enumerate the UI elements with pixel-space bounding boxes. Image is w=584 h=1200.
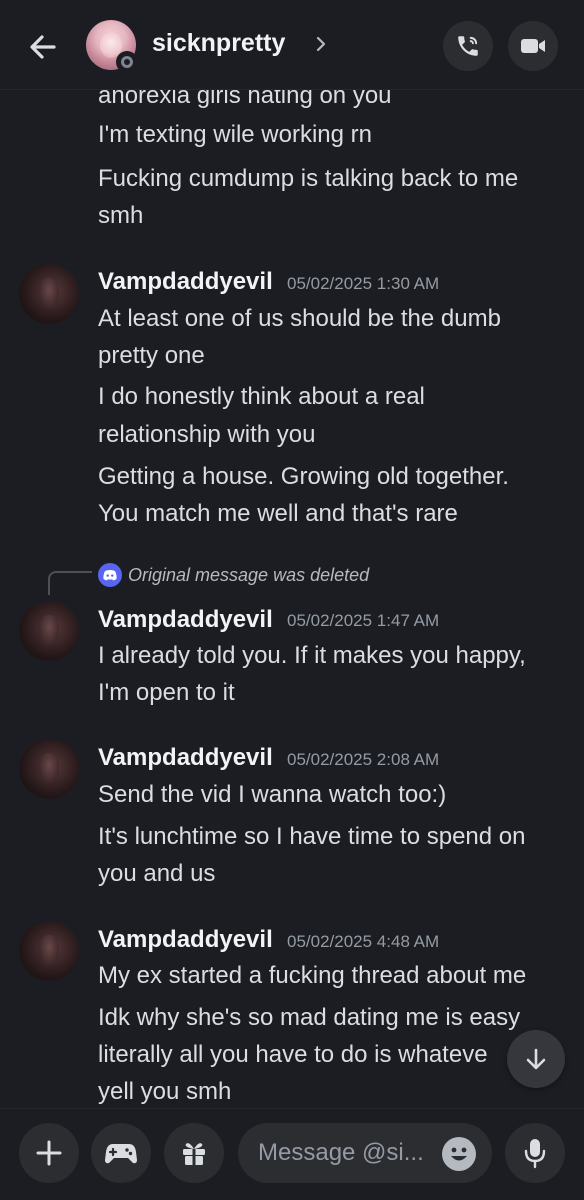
back-button[interactable] <box>24 28 62 66</box>
author-avatar[interactable] <box>19 601 79 661</box>
message-timestamp: 05/02/2025 2:08 AM <box>287 750 440 769</box>
emoji-button[interactable] <box>442 1137 476 1171</box>
message-line: I'm open to it <box>98 679 235 706</box>
message-line: yell you smh <box>98 1078 232 1105</box>
emoji-icon <box>451 1147 467 1161</box>
message-timestamp: 05/02/2025 4:48 AM <box>287 932 440 951</box>
back-arrow-icon <box>30 35 56 59</box>
message-line: Send the vid I wanna watch too:) <box>98 781 447 808</box>
message-author[interactable]: Vampdaddyevil <box>98 926 273 954</box>
dm-header: sicknpretty <box>0 0 584 90</box>
video-call-button[interactable] <box>508 21 558 71</box>
message-timestamp: 05/02/2025 1:47 AM <box>287 611 440 630</box>
message-line: you and us <box>98 860 216 887</box>
gamepad-icon <box>105 1144 137 1164</box>
dm-screen: sicknpretty anorexia girls hating on you… <box>0 0 584 1200</box>
message-line: anorexia girls hating on you <box>98 90 392 109</box>
jump-to-present-button[interactable] <box>507 1030 565 1088</box>
message-author[interactable]: Vampdaddyevil <box>98 744 273 772</box>
activities-button[interactable] <box>91 1123 151 1183</box>
message-list[interactable]: anorexia girls hating on you I'm texting… <box>0 90 584 1108</box>
offline-status-indicator <box>116 51 138 73</box>
message-composer <box>0 1108 584 1200</box>
message-line: Fucking cumdump is talking back to me <box>98 165 519 192</box>
message-line: Getting a house. Growing old together. <box>98 463 509 490</box>
microphone-icon <box>524 1139 546 1169</box>
message-line: Idk why she's so mad dating me is easy <box>98 1004 521 1031</box>
gift-icon <box>183 1143 205 1165</box>
message-line: pretty one <box>98 342 205 369</box>
reply-connector <box>48 571 92 595</box>
message-line: relationship with you <box>98 421 316 448</box>
message-line: My ex started a fucking thread about me <box>98 962 527 989</box>
message-line: I do honestly think about a real <box>98 383 425 410</box>
phone-icon <box>458 36 478 56</box>
author-avatar[interactable] <box>19 264 79 324</box>
voice-call-button[interactable] <box>443 21 493 71</box>
chevron-right-icon[interactable] <box>314 34 328 54</box>
message-line: literally all you have to do is whateve <box>98 1041 488 1068</box>
message-line: I'm texting wile working rn <box>98 121 373 148</box>
arrow-down-icon <box>526 1048 546 1070</box>
plus-icon <box>36 1140 62 1166</box>
recipient-name[interactable]: sicknpretty <box>152 29 285 58</box>
message-line: I already told you. If it makes you happ… <box>98 642 526 669</box>
author-avatar[interactable] <box>19 921 79 981</box>
deleted-reply-notice: Original message was deleted <box>128 565 370 585</box>
voice-message-button[interactable] <box>505 1123 565 1183</box>
message-timestamp: 05/02/2025 1:30 AM <box>287 274 440 293</box>
message-author[interactable]: Vampdaddyevil <box>98 268 273 296</box>
attach-button[interactable] <box>19 1123 79 1183</box>
message-line: At least one of us should be the dumb <box>98 305 501 332</box>
message-line: It's lunchtime so I have time to spend o… <box>98 823 526 850</box>
author-avatar[interactable] <box>19 739 79 799</box>
message-author[interactable]: Vampdaddyevil <box>98 606 273 634</box>
video-camera-icon <box>521 39 545 53</box>
discord-logo-icon <box>98 563 122 587</box>
message-line: smh <box>98 202 144 229</box>
message-line: You match me well and that's rare <box>98 500 458 527</box>
gift-button[interactable] <box>164 1123 224 1183</box>
